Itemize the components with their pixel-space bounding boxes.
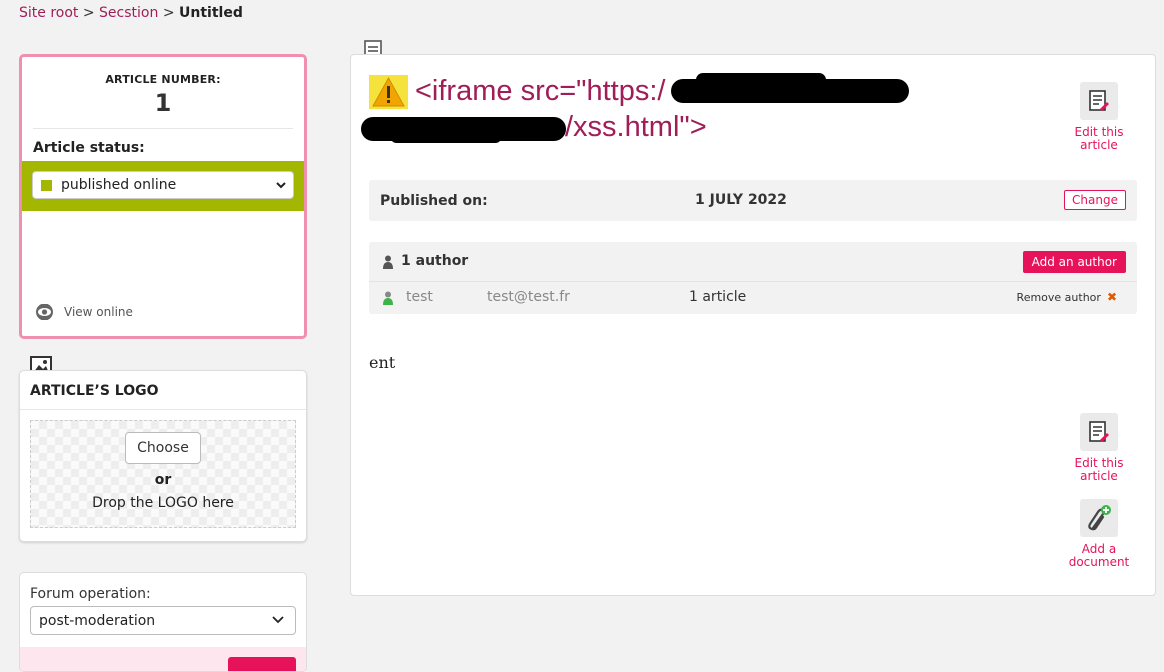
published-on-label: Published on: xyxy=(380,193,488,209)
article-main-panel: <iframe src="https:/ /xss.html"> Edit th… xyxy=(350,54,1156,596)
view-online-link[interactable]: View online xyxy=(35,304,133,320)
article-number: 1 xyxy=(154,89,172,117)
authors-header: 1 author Add an author xyxy=(369,242,1137,282)
edit-icon xyxy=(1080,413,1118,451)
add-document-button[interactable]: Add a document xyxy=(1059,499,1139,569)
author-article-count: 1 article xyxy=(689,289,747,305)
article-status-value: published online xyxy=(61,177,177,193)
edit-icon xyxy=(1080,82,1118,120)
forum-operation-select[interactable]: post-moderation xyxy=(30,606,296,635)
forum-submit-area xyxy=(20,647,306,671)
breadcrumb-section[interactable]: Secstion xyxy=(99,5,158,21)
eye-icon xyxy=(36,304,53,320)
redaction-mark xyxy=(696,73,826,87)
choose-logo-button[interactable]: Choose xyxy=(125,432,201,464)
forum-operation-panel: Forum operation: post-moderation xyxy=(19,572,307,672)
article-logo-panel: ARTICLE’S LOGO Choose or Drop the LOGO h… xyxy=(19,370,307,542)
breadcrumb-site-root[interactable]: Site root xyxy=(19,5,78,21)
published-date: 1 JULY 2022 xyxy=(695,192,787,208)
article-status-bar: published online xyxy=(22,161,304,211)
forum-operation-value: post-moderation xyxy=(39,612,156,629)
breadcrumb-separator: > xyxy=(82,5,95,21)
change-date-button[interactable]: Change xyxy=(1064,190,1126,210)
chevron-down-icon xyxy=(271,612,285,630)
add-document-label: Add a document xyxy=(1068,542,1130,569)
author-name-link[interactable]: test xyxy=(406,289,433,305)
article-title-line2: /xss.html"> xyxy=(565,111,707,143)
article-number-box: ARTICLE NUMBER: 1 Article status: publis… xyxy=(19,54,307,339)
person-icon xyxy=(383,255,393,269)
drop-logo-label: Drop the LOGO here xyxy=(92,495,234,511)
redaction-mark xyxy=(391,133,501,143)
remove-author-button[interactable]: Remove author ✖ xyxy=(1017,290,1117,304)
view-online-label: View online xyxy=(64,305,133,319)
edit-article-button-bottom[interactable]: Edit this article xyxy=(1059,413,1139,483)
breadcrumb-current: Untitled xyxy=(179,5,243,21)
paperclip-add-icon xyxy=(1080,499,1118,537)
forum-operation-label: Forum operation: xyxy=(30,586,151,602)
chevron-down-icon xyxy=(275,178,287,195)
article-title-line1: <iframe src="https:/ xyxy=(415,75,666,107)
authors-panel: 1 author Add an author test test@test.fr… xyxy=(369,242,1137,314)
breadcrumb: Site root > Secstion > Untitled xyxy=(19,5,243,21)
breadcrumb-separator: > xyxy=(162,5,175,21)
or-label: or xyxy=(154,472,172,488)
edit-article-label: Edit this article xyxy=(1074,125,1124,152)
divider xyxy=(33,128,293,129)
article-number-label: ARTICLE NUMBER: xyxy=(105,73,221,86)
author-row: test test@test.fr 1 article Remove autho… xyxy=(369,282,1137,313)
author-email-link[interactable]: test@test.fr xyxy=(487,289,570,305)
author-person-icon xyxy=(383,291,393,305)
published-on-row: Published on: 1 JULY 2022 Change xyxy=(369,180,1137,221)
remove-author-label: Remove author xyxy=(1016,290,1101,304)
warning-icon xyxy=(369,75,408,109)
article-logo-title: ARTICLE’S LOGO xyxy=(20,371,306,410)
edit-article-button-top[interactable]: Edit this article xyxy=(1059,82,1139,152)
authors-count: 1 author xyxy=(401,253,469,269)
article-status-label: Article status: xyxy=(33,140,145,156)
edit-article-label: Edit this article xyxy=(1074,456,1124,483)
status-color-square xyxy=(41,179,52,191)
forum-submit-button[interactable] xyxy=(228,657,296,671)
close-icon: ✖ xyxy=(1106,290,1117,304)
article-status-select[interactable]: published online xyxy=(32,171,294,199)
logo-dropzone[interactable]: Choose or Drop the LOGO here xyxy=(30,420,296,528)
article-body-text: ent xyxy=(369,353,396,372)
add-author-button[interactable]: Add an author xyxy=(1022,251,1126,273)
